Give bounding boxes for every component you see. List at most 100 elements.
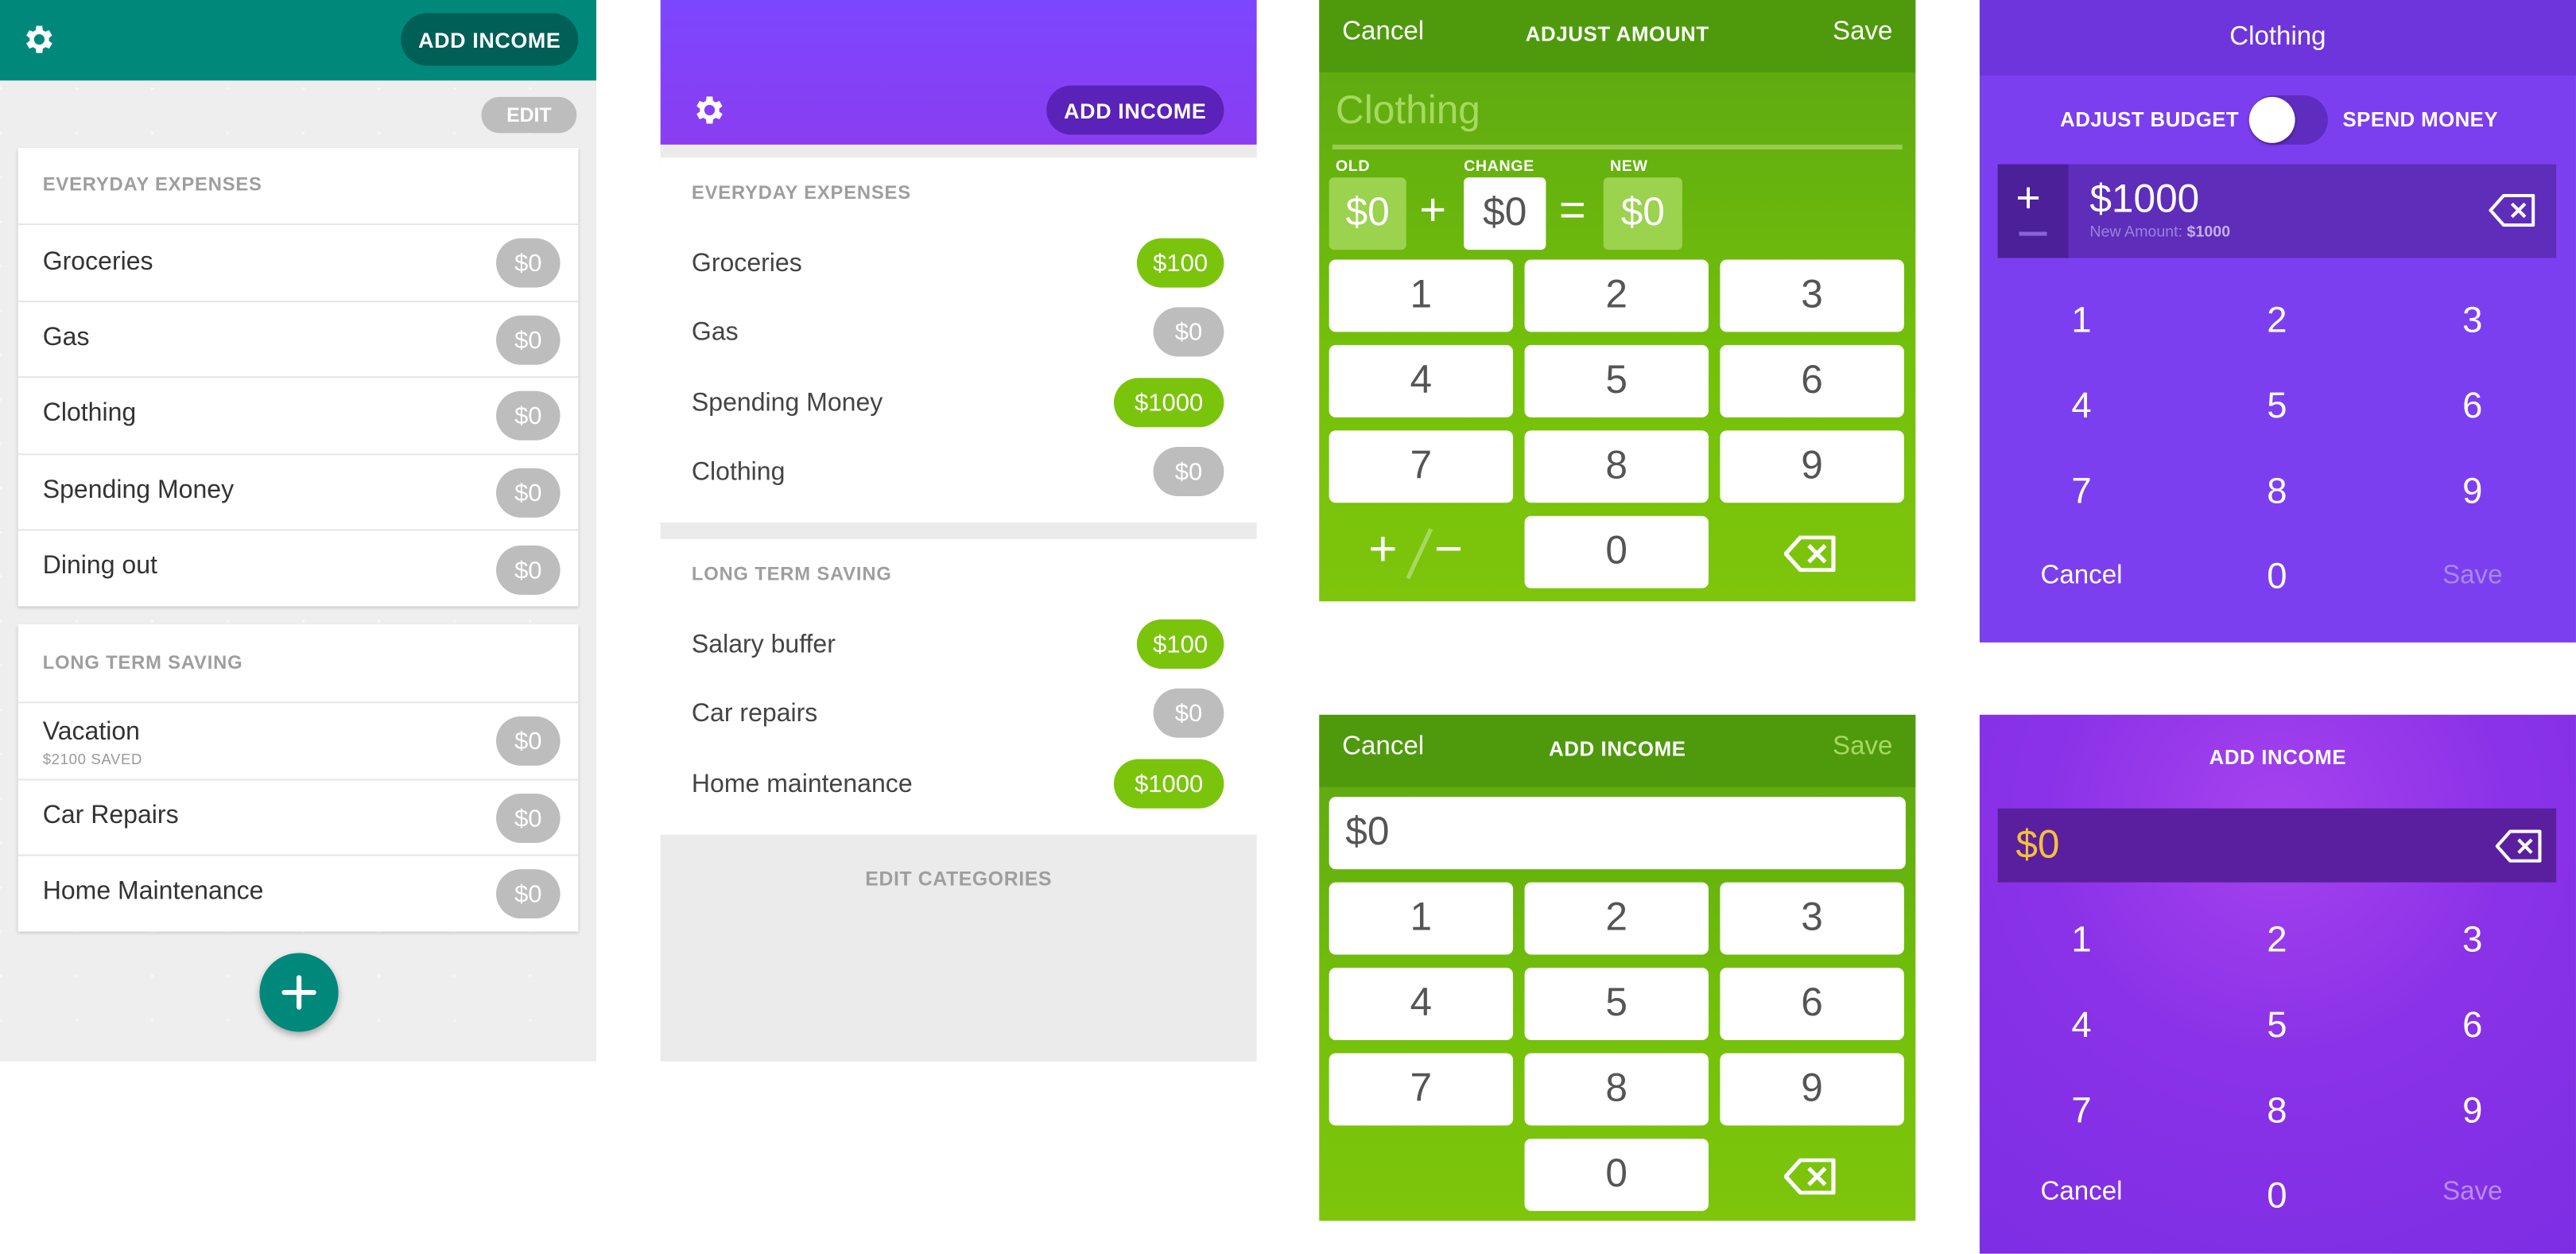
category-label[interactable]: Groceries (692, 250, 802, 279)
key-7[interactable]: 7 (1329, 430, 1514, 503)
key-7[interactable]: 7 (2015, 470, 2147, 513)
add-income-button[interactable]: ADD INCOME (1046, 85, 1224, 135)
key-1[interactable]: 1 (2015, 299, 2147, 342)
amount-badge[interactable]: $0 (496, 794, 561, 844)
key-0[interactable]: 0 (1524, 515, 1709, 588)
key-2[interactable]: 2 (2211, 299, 2342, 342)
list-item[interactable]: Vacation $2100 SAVED $0 (17, 701, 579, 778)
key-3[interactable]: 3 (2407, 299, 2538, 342)
category-label[interactable]: Car repairs (692, 700, 817, 729)
list-item[interactable]: Dining out $0 (17, 529, 579, 606)
amount-badge[interactable]: $100 (1136, 619, 1224, 669)
key-4[interactable]: 4 (2015, 1004, 2147, 1047)
key-8[interactable]: 8 (2211, 1089, 2342, 1132)
sign-toggle-button[interactable]: + − (1368, 522, 1473, 581)
backspace-icon[interactable] (1784, 1158, 1837, 1195)
amount-badge[interactable]: $0 (496, 545, 561, 596)
adjust-budget-label[interactable]: ADJUST BUDGET (2060, 108, 2239, 131)
list-item[interactable]: Clothing $0 (17, 376, 579, 453)
key-2[interactable]: 2 (2211, 918, 2342, 961)
list-item[interactable]: Home Maintenance $0 (17, 854, 579, 931)
sign-toggle-button[interactable]: + (1997, 164, 2069, 258)
save-button[interactable]: Save (1833, 733, 1892, 763)
cancel-button[interactable]: Cancel (2015, 1178, 2147, 1208)
backspace-icon[interactable] (2495, 829, 2542, 863)
amount-badge[interactable]: $1000 (1113, 378, 1224, 428)
key-6[interactable]: 6 (2407, 385, 2538, 428)
key-9[interactable]: 9 (2407, 470, 2538, 513)
cancel-button[interactable]: Cancel (2015, 562, 2147, 592)
amount-badge[interactable]: $0 (496, 390, 561, 441)
key-1[interactable]: 1 (1329, 882, 1514, 955)
key-5[interactable]: 5 (1524, 344, 1709, 417)
key-1[interactable]: 1 (1329, 259, 1514, 332)
key-8[interactable]: 8 (1524, 1053, 1709, 1126)
amount-badge[interactable]: $0 (496, 468, 561, 518)
key-1[interactable]: 1 (2015, 918, 2147, 961)
key-6[interactable]: 6 (1720, 344, 1904, 417)
key-2[interactable]: 2 (1524, 259, 1709, 332)
amount-badge[interactable]: $0 (1153, 447, 1224, 497)
category-label[interactable]: Home maintenance (692, 771, 913, 800)
key-0[interactable]: 0 (2211, 555, 2342, 598)
key-8[interactable]: 8 (2211, 470, 2342, 513)
list-item[interactable]: Groceries $0 (17, 223, 579, 301)
save-button[interactable]: Save (1833, 18, 1892, 48)
key-5[interactable]: 5 (1524, 968, 1709, 1040)
category-label: Spending Money (42, 476, 235, 505)
backspace-icon[interactable] (1784, 535, 1837, 573)
list-item[interactable]: Gas $0 (17, 301, 579, 376)
amount-value: $0 (2015, 823, 2060, 868)
gear-icon[interactable] (20, 21, 56, 57)
add-income-button[interactable]: ADD INCOME (401, 13, 579, 66)
amount-badge[interactable]: $0 (496, 315, 561, 365)
backspace-icon[interactable] (2489, 193, 2535, 227)
key-4[interactable]: 4 (1329, 344, 1514, 417)
key-6[interactable]: 6 (1720, 968, 1904, 1040)
gear-icon[interactable] (690, 92, 726, 128)
key-4[interactable]: 4 (1329, 968, 1514, 1040)
change-value[interactable]: $0 (1464, 177, 1546, 250)
amount-badge[interactable]: $0 (1153, 688, 1224, 738)
key-3[interactable]: 3 (2407, 918, 2538, 961)
income-amount-field[interactable]: $0 (1329, 797, 1906, 870)
key-3[interactable]: 3 (1720, 882, 1904, 955)
key-5[interactable]: 5 (2211, 385, 2342, 428)
key-0[interactable]: 0 (1524, 1138, 1709, 1211)
income-amount-field[interactable] (1997, 808, 2557, 883)
key-9[interactable]: 9 (1720, 430, 1904, 503)
amount-badge[interactable]: $0 (496, 716, 561, 766)
save-button[interactable]: Save (2407, 562, 2538, 592)
amount-badge[interactable]: $0 (496, 869, 561, 919)
edit-button[interactable]: EDIT (481, 96, 577, 134)
key-0[interactable]: 0 (2211, 1174, 2342, 1217)
spend-money-label[interactable]: SPEND MONEY (2343, 108, 2498, 131)
list-item[interactable]: Spending Money $0 (17, 453, 579, 529)
add-category-fab[interactable] (259, 953, 339, 1032)
key-5[interactable]: 5 (2211, 1004, 2342, 1047)
category-label[interactable]: Gas (692, 319, 739, 348)
edit-categories-link[interactable]: EDIT CATEGORIES (661, 868, 1257, 891)
category-label: Gas (42, 324, 90, 352)
key-3[interactable]: 3 (1720, 259, 1904, 332)
key-2[interactable]: 2 (1524, 882, 1709, 955)
key-9[interactable]: 9 (1720, 1053, 1904, 1126)
category-label[interactable]: Salary buffer (692, 631, 836, 660)
list-item[interactable]: Car Repairs $0 (17, 778, 579, 854)
amount-badge[interactable]: $1000 (1113, 759, 1224, 809)
key-7[interactable]: 7 (2015, 1089, 2147, 1132)
amount-badge[interactable]: $0 (496, 238, 561, 288)
category-label: Vacation (42, 717, 140, 747)
new-amount-label: New Amount: (2089, 223, 2183, 242)
key-6[interactable]: 6 (2407, 1004, 2538, 1047)
key-8[interactable]: 8 (1524, 430, 1709, 503)
category-label[interactable]: Clothing (692, 458, 786, 487)
amount-badge[interactable]: $0 (1153, 307, 1224, 357)
save-button[interactable]: Save (2407, 1178, 2538, 1208)
key-4[interactable]: 4 (2015, 385, 2147, 428)
category-underline (1332, 144, 1903, 150)
amount-badge[interactable]: $100 (1136, 238, 1224, 288)
key-9[interactable]: 9 (2407, 1089, 2538, 1132)
key-7[interactable]: 7 (1329, 1053, 1514, 1126)
category-label[interactable]: Spending Money (692, 390, 883, 419)
